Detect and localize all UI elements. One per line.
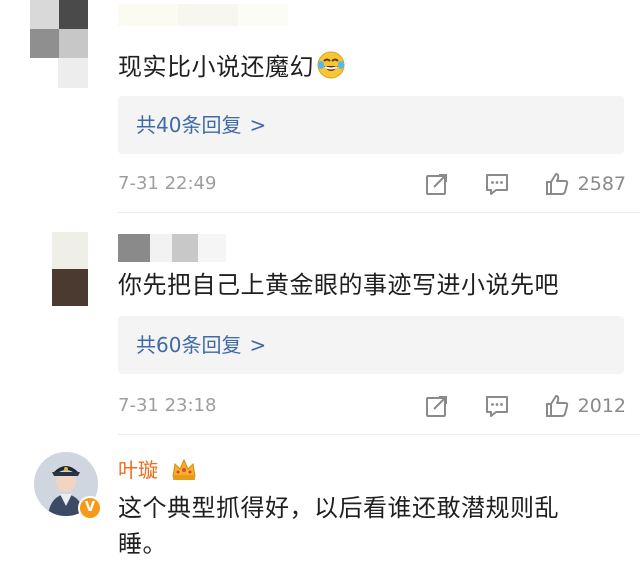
comment-item: 现实比小说还魔幻 共40条回复 > 7-31 22:49 2587 bbox=[0, 0, 640, 212]
like-button[interactable]: 2587 bbox=[544, 171, 626, 197]
like-count: 2587 bbox=[577, 173, 626, 195]
username-blurred[interactable] bbox=[118, 234, 226, 262]
chevron-right-icon: > bbox=[249, 113, 267, 137]
divider bbox=[118, 434, 640, 435]
comment-icon[interactable] bbox=[484, 171, 510, 197]
username-blurred[interactable] bbox=[118, 4, 288, 26]
comment-text-line: 睡。 bbox=[118, 530, 167, 558]
comment-text-content: 现实比小说还魔幻 bbox=[118, 53, 314, 81]
like-icon bbox=[544, 393, 570, 419]
avatar-blurred[interactable] bbox=[30, 0, 88, 58]
comment-text-line: 这个典型抓得好，以后看谁还敢潜规则乱 bbox=[118, 494, 559, 522]
share-icon[interactable] bbox=[424, 393, 450, 419]
chevron-right-icon: > bbox=[249, 333, 267, 357]
replies-count-label: 共40条回复 bbox=[136, 113, 242, 137]
like-count: 2012 bbox=[577, 395, 626, 417]
view-replies-button[interactable]: 共60条回复 > bbox=[118, 316, 624, 374]
comment-item: 你先把自己上黄金眼的事迹写进小说先吧 共60条回复 > 7-31 23:18 20… bbox=[0, 214, 640, 434]
comment-meta: 7-31 23:18 2012 bbox=[118, 390, 626, 422]
comment-actions: 2012 bbox=[424, 390, 626, 422]
comment-text: 这个典型抓得好，以后看谁还敢潜规则乱 睡。 bbox=[118, 490, 559, 562]
crown-icon bbox=[170, 456, 198, 482]
view-replies-button[interactable]: 共40条回复 > bbox=[118, 96, 624, 154]
like-button[interactable]: 2012 bbox=[544, 393, 626, 419]
comment-item: V 叶璇 这个典型抓得好，以后看谁还敢潜规则乱 睡。 bbox=[0, 436, 640, 571]
avatar-blurred[interactable] bbox=[52, 232, 88, 306]
replies-count-label: 共60条回复 bbox=[136, 333, 242, 357]
timestamp: 7-31 22:49 bbox=[118, 173, 217, 194]
comment-feed: 现实比小说还魔幻 共40条回复 > 7-31 22:49 2587 你先把自己上… bbox=[0, 0, 640, 571]
comment-text: 现实比小说还魔幻 bbox=[118, 50, 346, 84]
avatar-blurred-fragment bbox=[58, 58, 88, 88]
username[interactable]: 叶璇 bbox=[118, 456, 158, 484]
comment-icon[interactable] bbox=[484, 393, 510, 419]
timestamp: 7-31 23:18 bbox=[118, 395, 217, 416]
comment-meta: 7-31 22:49 2587 bbox=[118, 168, 626, 200]
share-icon[interactable] bbox=[424, 171, 450, 197]
divider bbox=[118, 212, 640, 213]
verified-badge: V bbox=[78, 496, 102, 520]
comment-text: 你先把自己上黄金眼的事迹写进小说先吧 bbox=[118, 271, 559, 299]
like-icon bbox=[544, 171, 570, 197]
comment-actions: 2587 bbox=[424, 168, 626, 200]
laugh-cry-emoji bbox=[316, 50, 346, 80]
